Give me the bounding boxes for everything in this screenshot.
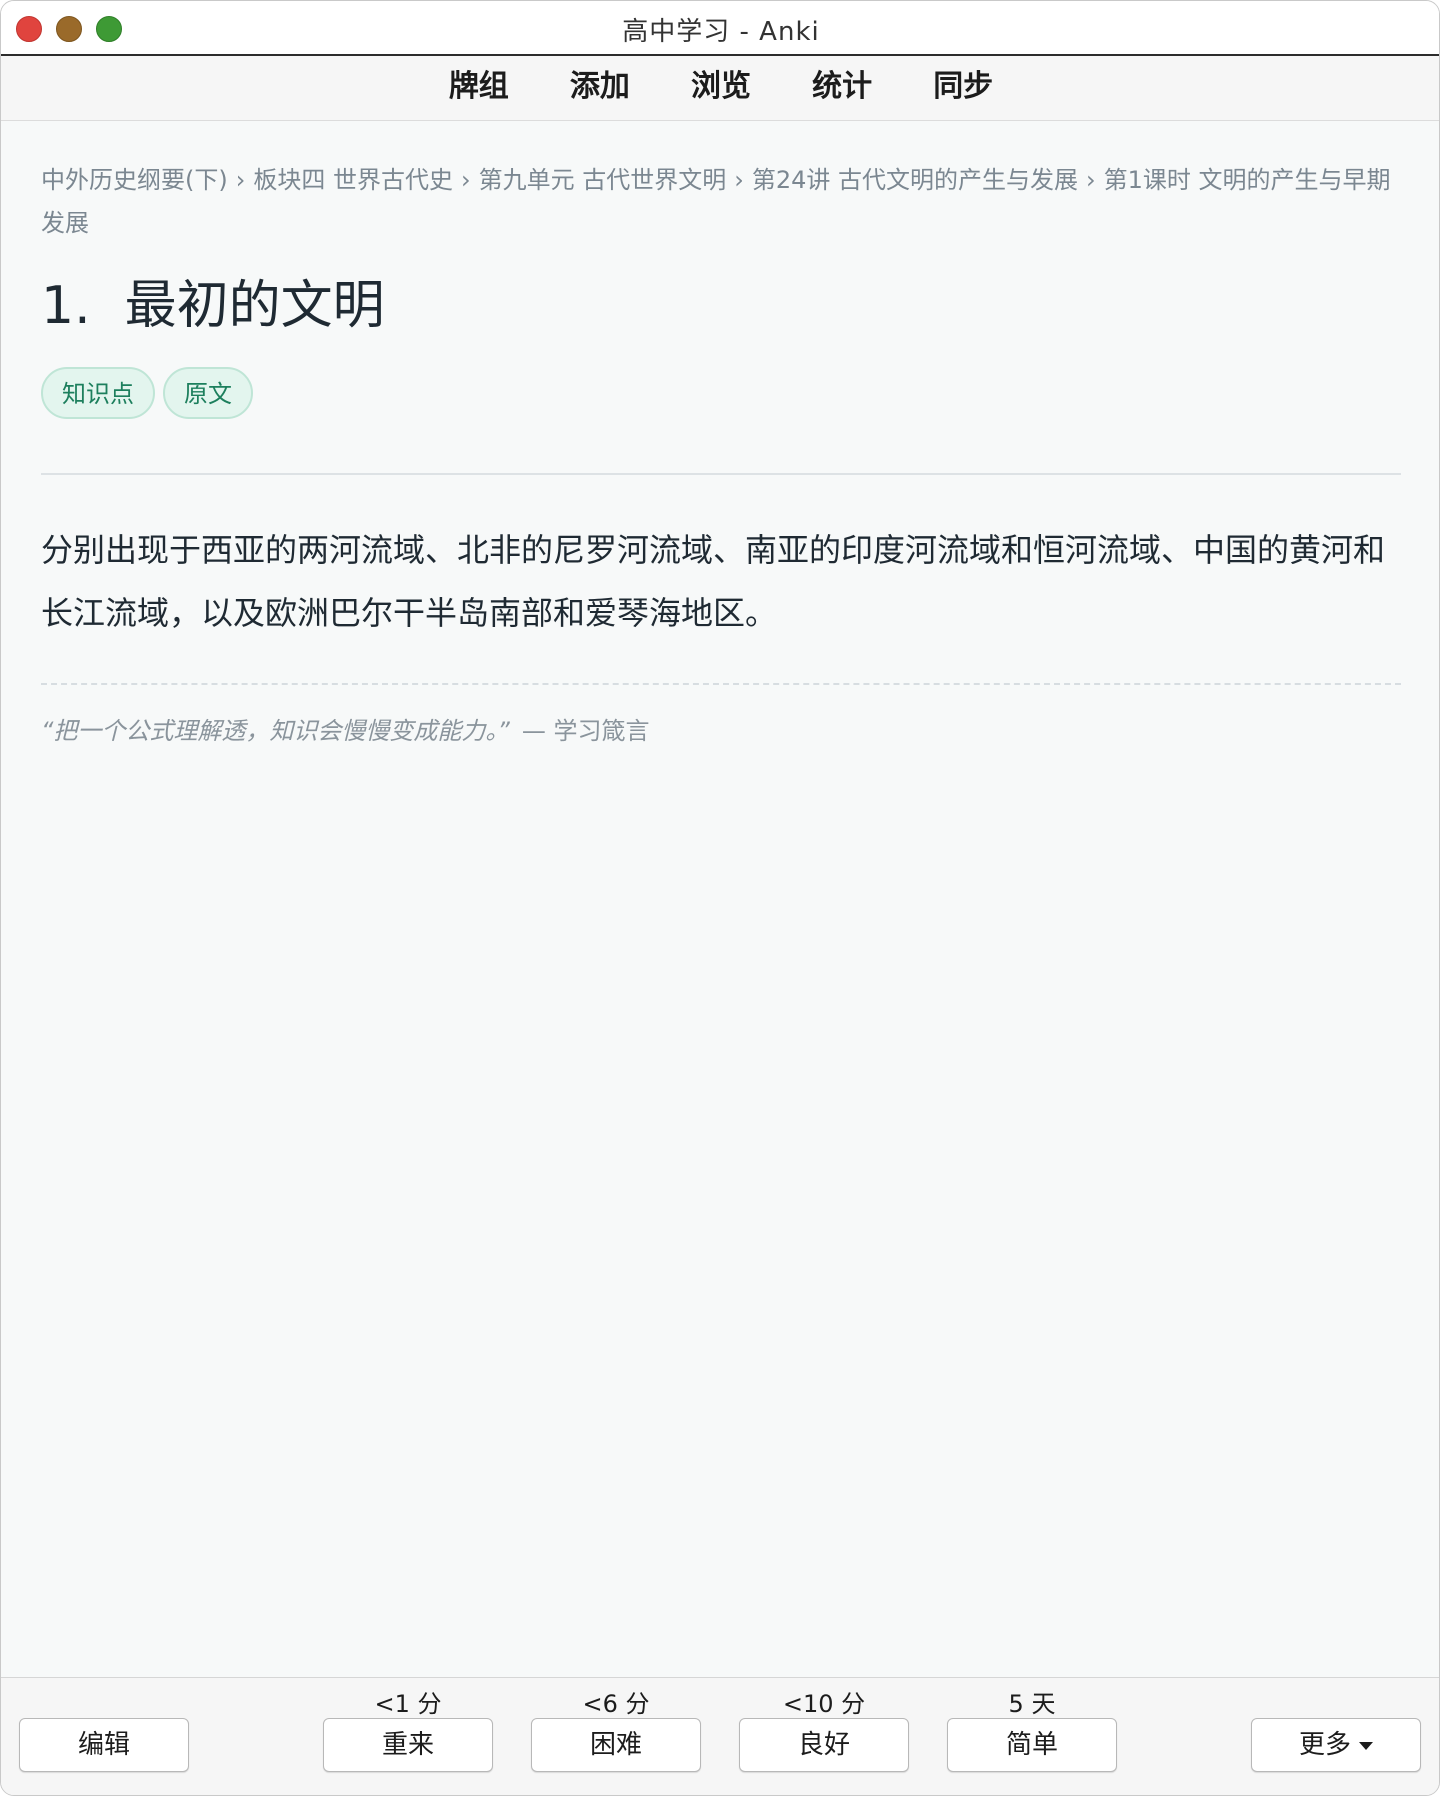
anki-window: 高中学习 - Anki 牌组 添加 浏览 统计 同步 中外历史纲要(下) › 板块四… bbox=[0, 0, 1440, 1796]
breadcrumb-item: 中外历史纲要(下) bbox=[41, 166, 228, 194]
good-button[interactable]: 良好 bbox=[739, 1718, 909, 1772]
review-bottom-bar: 编辑 <1 分 重来 <6 分 困难 <10 分 良好 5 天 简单 更多 bbox=[1, 1677, 1439, 1795]
breadcrumb-item: 第九单元 古代世界文明 bbox=[478, 166, 727, 194]
section-divider bbox=[41, 473, 1401, 475]
easy-interval: 5 天 bbox=[1008, 1690, 1056, 1718]
card-answer: 分别出现于西亚的两河流域、北非的尼罗河流域、南亚的印度河流域和恒河流域、中国的黄… bbox=[41, 531, 1386, 632]
breadcrumb-item: 板块四 世界古代史 bbox=[253, 166, 453, 194]
nav-add[interactable]: 添加 bbox=[570, 56, 630, 118]
tag-chip: 知识点 bbox=[41, 367, 155, 419]
card-title-number: 1. bbox=[41, 276, 91, 336]
motto-quote: “把一个公式理解透，知识会慢慢变成能力。” — 学习箴言 bbox=[41, 711, 1401, 746]
window-title: 高中学习 - Anki bbox=[622, 17, 820, 47]
breadcrumb: 中外历史纲要(下) › 板块四 世界古代史 › 第九单元 古代世界文明 › 第24讲 古代文… bbox=[41, 159, 1401, 245]
quote-text: “把一个公式理解透，知识会慢慢变成能力。” bbox=[41, 717, 510, 745]
caret-down-icon bbox=[1359, 1741, 1373, 1750]
hard-interval: <6 分 bbox=[582, 1690, 650, 1718]
breadcrumb-item: 第24讲 古代文明的产生与发展 bbox=[751, 166, 1079, 194]
nav-browse[interactable]: 浏览 bbox=[691, 56, 751, 118]
again-interval: <1 分 bbox=[374, 1690, 442, 1718]
tag-list: 知识点 原文 bbox=[41, 367, 1401, 423]
dashed-divider bbox=[41, 683, 1401, 685]
breadcrumb-separator: › bbox=[460, 166, 471, 194]
breadcrumb-separator: › bbox=[734, 166, 744, 194]
again-button[interactable]: 重来 bbox=[323, 1718, 493, 1772]
title-bar: 高中学习 - Anki bbox=[1, 1, 1439, 56]
nav-decks[interactable]: 牌组 bbox=[449, 56, 509, 118]
card-title-text: 最初的文明 bbox=[124, 276, 385, 336]
edit-button[interactable]: 编辑 bbox=[19, 1718, 189, 1772]
quote-source: — 学习箴言 bbox=[521, 717, 650, 745]
card-content: 中外历史纲要(下) › 板块四 世界古代史 › 第九单元 古代世界文明 › 第24讲 古代文… bbox=[41, 121, 1401, 746]
more-button-label: 更多 bbox=[1298, 1730, 1351, 1760]
top-navigation: 牌组 添加 浏览 统计 同步 bbox=[1, 56, 1439, 121]
hard-button[interactable]: 困难 bbox=[531, 1718, 701, 1772]
nav-stats[interactable]: 统计 bbox=[812, 56, 872, 118]
more-button[interactable]: 更多 bbox=[1251, 1718, 1421, 1772]
easy-button[interactable]: 简单 bbox=[947, 1718, 1117, 1772]
nav-sync[interactable]: 同步 bbox=[933, 56, 993, 118]
tag-chip: 原文 bbox=[163, 367, 253, 419]
breadcrumb-separator: › bbox=[1086, 166, 1096, 194]
good-interval: <10 分 bbox=[782, 1690, 866, 1718]
breadcrumb-separator: › bbox=[235, 166, 246, 194]
card-title: 1. 最初的文明 bbox=[41, 271, 1401, 341]
